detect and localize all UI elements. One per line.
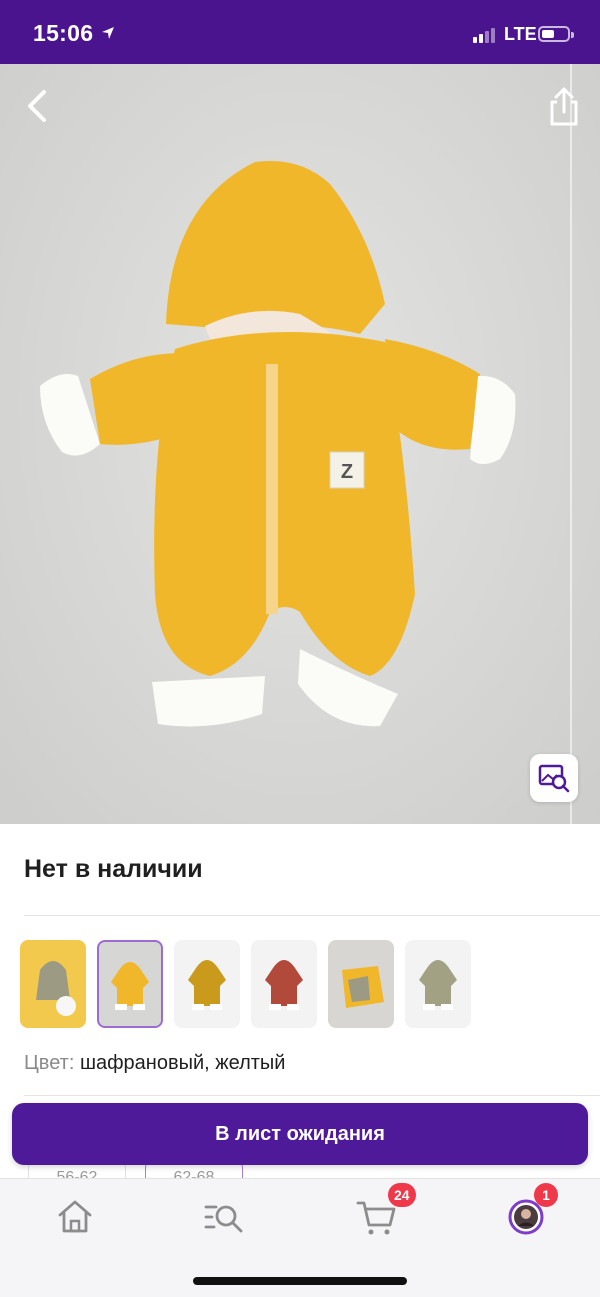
location-arrow-icon xyxy=(102,27,114,39)
image-search-icon xyxy=(538,764,570,793)
battery-icon xyxy=(538,26,574,42)
color-value: шафрановый, желтый xyxy=(79,1052,286,1074)
divider xyxy=(24,1095,600,1096)
product-photo[interactable]: Z xyxy=(0,64,600,824)
color-info: Цвет: шафрановый, желтый xyxy=(24,1052,285,1075)
color-variant-thumb[interactable] xyxy=(251,940,317,1028)
home-indicator xyxy=(193,1277,407,1285)
profile-notification-badge: 1 xyxy=(534,1183,558,1207)
chevron-left-icon[interactable] xyxy=(18,80,58,130)
color-variant-thumb-selected[interactable] xyxy=(97,940,163,1028)
color-variant-thumb[interactable] xyxy=(405,940,471,1028)
status-bar: 15:06 LTE xyxy=(0,0,600,64)
color-variant-thumb[interactable] xyxy=(328,940,394,1028)
signal-strength-icon xyxy=(473,27,495,43)
cart-count-badge: 24 xyxy=(388,1183,416,1207)
image-scroll-indicator xyxy=(570,64,572,824)
tab-profile[interactable]: 1 xyxy=(502,1183,558,1241)
waitlist-button[interactable]: В лист ожидания xyxy=(12,1103,588,1165)
home-icon xyxy=(58,1200,92,1233)
share-icon[interactable] xyxy=(542,84,586,130)
svg-text:Z: Z xyxy=(341,461,353,483)
status-time: 15:06 xyxy=(33,20,94,46)
tab-cart[interactable]: 24 xyxy=(352,1183,416,1241)
network-type: LTE xyxy=(504,24,537,44)
color-label: Цвет: xyxy=(24,1052,75,1074)
visual-search-button[interactable] xyxy=(530,754,578,802)
tab-catalog-search[interactable] xyxy=(200,1193,248,1241)
color-variant-list xyxy=(20,940,471,1028)
catalog-search-icon xyxy=(204,1205,243,1233)
tab-home[interactable] xyxy=(51,1193,99,1241)
color-variant-thumb[interactable] xyxy=(174,940,240,1028)
availability-status: Нет в наличии xyxy=(24,855,203,883)
divider xyxy=(24,915,600,916)
color-variant-thumb[interactable] xyxy=(20,940,86,1028)
romper-illustration: Z xyxy=(40,160,516,727)
